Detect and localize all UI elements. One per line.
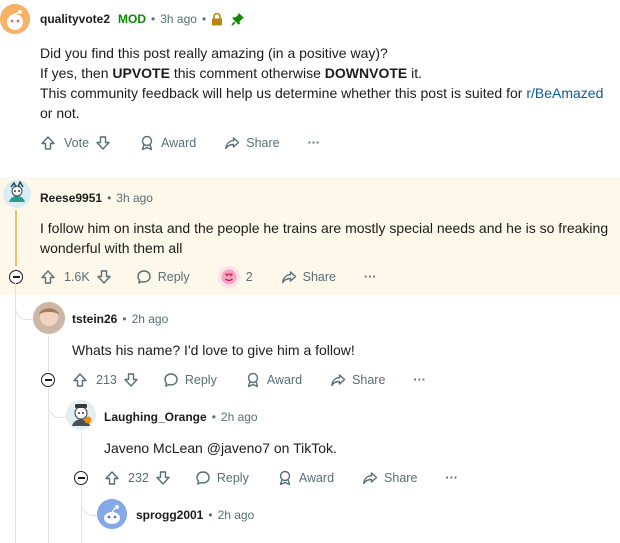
avatar[interactable]	[33, 302, 65, 334]
award-icon	[277, 470, 293, 486]
avatar[interactable]	[97, 499, 127, 529]
share-button[interactable]: Share	[330, 372, 385, 388]
comment-actions: 232 Reply Award Share ···	[104, 469, 458, 487]
vote-group: 232	[104, 470, 171, 486]
collapse-thread-button[interactable]	[74, 471, 88, 485]
vote-group: 1.6K	[40, 269, 112, 285]
thread-line	[81, 433, 82, 470]
comment-actions: 213 Reply Award Share ···	[72, 371, 426, 389]
share-icon	[281, 269, 297, 285]
reply-button[interactable]: Reply	[163, 372, 217, 388]
comment-meta: Reese9951 • 3h ago	[40, 191, 153, 205]
username[interactable]: Laughing_Orange	[104, 410, 207, 424]
body-line: I follow him on insta and the people he …	[40, 220, 609, 236]
reply-button[interactable]: Reply	[195, 470, 249, 486]
share-icon	[362, 470, 378, 486]
timestamp: 2h ago	[220, 410, 258, 424]
more-options-button[interactable]: ···	[445, 471, 458, 485]
downvote-icon[interactable]	[155, 470, 171, 486]
thread-line	[48, 336, 49, 372]
downvote-icon[interactable]	[96, 269, 112, 285]
downvote-icon[interactable]	[95, 135, 111, 151]
thread-connector	[48, 395, 66, 418]
comment-body: I follow him on insta and the people he …	[40, 218, 615, 258]
award-icon	[139, 135, 155, 151]
thread-connector	[81, 493, 98, 516]
username[interactable]: tstein26	[72, 312, 117, 326]
vote-label: Vote	[64, 136, 90, 150]
collapse-thread-button[interactable]	[9, 270, 23, 284]
avatar[interactable]	[66, 400, 96, 430]
share-icon	[330, 372, 346, 388]
avatar[interactable]	[0, 4, 30, 34]
comment-actions: 1.6K Reply 2 Share ···	[40, 266, 377, 288]
mod-badge: MOD	[118, 12, 147, 26]
timestamp: 3h ago	[116, 191, 153, 205]
reply-button[interactable]: Reply	[136, 269, 190, 285]
comment-body: Javeno McLean @javeno7 on TikTok.	[104, 440, 337, 456]
body-line: This community feedback will help us det…	[40, 85, 604, 101]
timestamp: 2h ago	[217, 508, 255, 522]
comment-meta: sprogg2001 • 2h ago	[136, 508, 255, 522]
upvote-icon[interactable]	[72, 372, 88, 388]
comment-actions: Vote Award Share ···	[40, 134, 320, 152]
more-options-button[interactable]: ···	[308, 136, 321, 150]
timestamp: 2h ago	[131, 312, 169, 326]
upvote-icon[interactable]	[104, 470, 120, 486]
award-badge[interactable]: 2	[217, 266, 253, 288]
more-options-button[interactable]: ···	[413, 373, 426, 387]
vote-group: Vote	[40, 135, 111, 151]
heart-eyes-award-icon	[217, 266, 240, 288]
username[interactable]: qualityvote2	[40, 12, 110, 26]
lock-icon	[211, 12, 223, 26]
upvote-icon[interactable]	[40, 135, 56, 151]
comment-body: Whats his name? I'd love to give him a f…	[72, 342, 355, 358]
pin-icon	[231, 12, 245, 26]
subreddit-link[interactable]: r/BeAmazed	[526, 85, 603, 101]
vote-group: 213	[72, 372, 139, 388]
collapse-thread-button[interactable]	[41, 373, 55, 387]
comment-body: Did you find this post really amazing (i…	[40, 43, 620, 123]
upvote-icon[interactable]	[40, 269, 56, 285]
award-button[interactable]: Award	[245, 372, 302, 388]
username[interactable]: sprogg2001	[136, 508, 203, 522]
username[interactable]: Reese9951	[40, 191, 102, 205]
body-line: If yes, then UPVOTE this comment otherwi…	[40, 65, 423, 81]
avatar[interactable]	[3, 180, 31, 208]
award-button[interactable]: Award	[277, 470, 334, 486]
body-line: or not.	[40, 105, 80, 121]
vote-count: 232	[128, 471, 149, 485]
reply-icon	[195, 470, 211, 486]
thread-line	[15, 283, 16, 543]
share-button[interactable]: Share	[362, 470, 417, 486]
reply-icon	[136, 269, 152, 285]
share-button[interactable]: Share	[224, 135, 280, 151]
body-line: wonderful with them all	[40, 240, 183, 256]
body-line: Did you find this post really amazing (i…	[40, 45, 388, 61]
share-icon	[224, 135, 240, 151]
vote-count: 213	[96, 373, 117, 387]
comment-meta: Laughing_Orange • 2h ago	[104, 410, 258, 424]
thread-connector	[15, 297, 34, 320]
award-icon	[245, 372, 261, 388]
comment-meta: tstein26 • 2h ago	[72, 312, 169, 326]
more-options-button[interactable]: ···	[364, 270, 377, 284]
share-button[interactable]: Share	[281, 269, 336, 285]
award-count: 2	[245, 270, 253, 284]
vote-count: 1.6K	[64, 270, 90, 284]
downvote-icon[interactable]	[123, 372, 139, 388]
timestamp: 3h ago	[160, 12, 197, 26]
comment-meta: qualityvote2 MOD • 3h ago •	[40, 12, 245, 26]
reply-icon	[163, 372, 179, 388]
highlight-bar	[15, 210, 17, 266]
award-button[interactable]: Award	[139, 135, 196, 151]
